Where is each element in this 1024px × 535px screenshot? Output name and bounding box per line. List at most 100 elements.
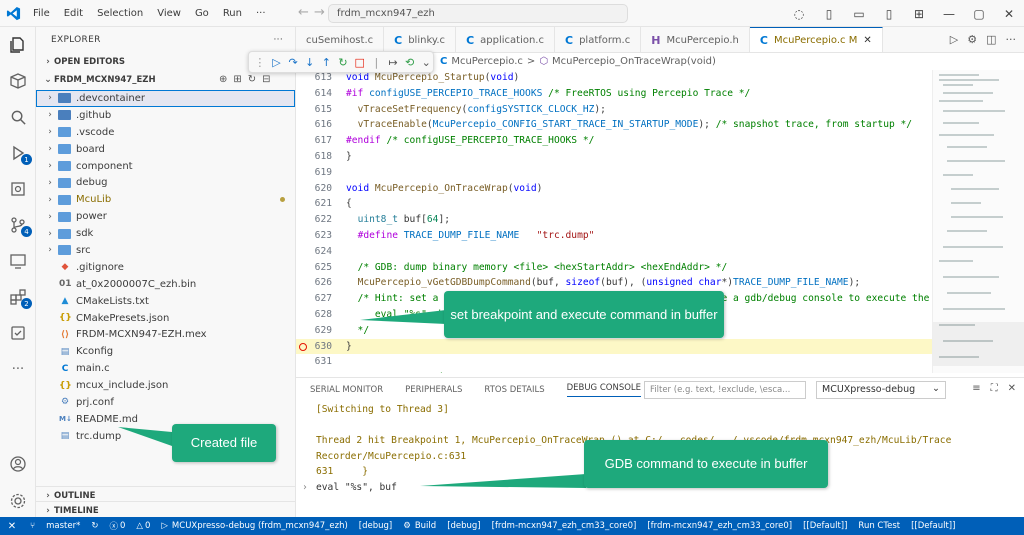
status-run-ctest[interactable]: Run CTest	[858, 521, 900, 531]
layout-panel-icon[interactable]: ▭	[844, 7, 874, 21]
source-control-icon[interactable]: 4	[6, 213, 32, 237]
remote-icon[interactable]: ✕	[0, 517, 24, 535]
menu-view[interactable]: View	[150, 8, 188, 19]
breakpoint-icon[interactable]	[299, 342, 307, 351]
tab-rtos-details[interactable]: RTOS DETAILS	[484, 385, 544, 395]
layout-secondary-icon[interactable]: ▯	[874, 7, 904, 21]
status-branch[interactable]: master*	[46, 521, 80, 531]
tree-file-cmakepresets[interactable]: {} CMakePresets.json	[36, 310, 295, 327]
back-arrow-icon[interactable]: ←	[298, 5, 309, 20]
tree-folder-mculib[interactable]: › McuLib	[36, 191, 295, 208]
tree-folder-src[interactable]: › src	[36, 242, 295, 259]
search-icon[interactable]	[6, 105, 30, 129]
menu-more[interactable]: ···	[249, 8, 273, 19]
split-editor-icon[interactable]: ◫	[986, 33, 996, 46]
debug-config-select[interactable]: MCUXpresso-debug ⌄	[816, 381, 946, 399]
tree-folder-component[interactable]: › component	[36, 158, 295, 175]
tree-file-bin[interactable]: 01 at_0x2000007C_ezh.bin	[36, 276, 295, 293]
close-panel-icon[interactable]: ✕	[1008, 383, 1016, 394]
status-build[interactable]: Build	[415, 521, 436, 531]
status-item[interactable]: [[Default]]	[803, 521, 847, 531]
status-debug-config[interactable]: MCUXpresso-debug (frdm_mcxn947_ezh)	[172, 521, 348, 531]
minimize-icon[interactable]: —	[934, 7, 964, 21]
customize-layout-icon[interactable]: ⊞	[904, 7, 934, 21]
close-tab-icon[interactable]: ✕	[863, 35, 871, 46]
step-out-icon[interactable]: ↑	[320, 56, 334, 69]
clear-console-icon[interactable]: ≡	[972, 383, 980, 394]
menu-file[interactable]: File	[26, 8, 57, 19]
more-icon[interactable]: ···	[6, 357, 30, 381]
tree-folder-devcontainer[interactable]: › .devcontainer	[36, 90, 295, 107]
restart-icon[interactable]: ↻	[336, 56, 350, 69]
reset-device-icon[interactable]: ⟲	[403, 56, 417, 69]
mcux-icon[interactable]	[6, 177, 30, 201]
menu-go[interactable]: Go	[188, 8, 216, 19]
stop-icon[interactable]: □	[353, 56, 367, 69]
remote-explorer-icon[interactable]	[6, 249, 30, 273]
step-into-icon[interactable]: ↓	[303, 56, 317, 69]
breadcrumb-file[interactable]: McuPercepio.c	[451, 56, 523, 67]
tab-cusemihost[interactable]: cuSemihost.c	[296, 27, 385, 52]
status-item[interactable]: [debug]	[447, 521, 480, 531]
sync-icon[interactable]: ↻	[91, 521, 98, 531]
layout-sidebar-icon[interactable]: ▯	[814, 7, 844, 21]
project-section[interactable]: ⌄ FRDM_MCXN947_EZH ⊕⊞↻⊟	[36, 71, 295, 89]
forward-arrow-icon[interactable]: →	[314, 5, 325, 20]
tab-blinky[interactable]: Cblinky.c	[384, 27, 457, 52]
tab-serial-monitor[interactable]: SERIAL MONITOR	[310, 385, 383, 395]
tree-folder-vscode[interactable]: › .vscode	[36, 124, 295, 141]
tree-file-gitignore[interactable]: ◆ .gitignore	[36, 259, 295, 276]
status-warnings[interactable]: 0	[145, 521, 150, 531]
tree-file-mcuxinclude[interactable]: {} mcux_include.json	[36, 377, 295, 394]
tree-file-cmakelists[interactable]: ▲ CMakeLists.txt	[36, 293, 295, 310]
console-filter-input[interactable]: Filter (e.g. text, !exclude, \esca...	[644, 381, 806, 399]
tree-folder-github[interactable]: › .github	[36, 107, 295, 124]
status-item[interactable]: [debug]	[359, 521, 392, 531]
status-item[interactable]: [frdm-mcxn947_ezh_cm33_core0]	[647, 521, 792, 531]
tab-debug-console[interactable]: DEBUG CONSOLE	[566, 383, 642, 397]
explorer-icon[interactable]	[6, 33, 30, 57]
menu-selection[interactable]: Selection	[90, 8, 150, 19]
run-icon[interactable]: ▷	[950, 33, 958, 46]
status-item[interactable]: [frdm-mcxn947_ezh_cm33_core0]	[492, 521, 637, 531]
tree-folder-power[interactable]: › power	[36, 208, 295, 225]
continue-icon[interactable]: ▷	[270, 56, 284, 69]
status-item[interactable]: [[Default]]	[911, 521, 955, 531]
extensions-icon[interactable]: 2	[6, 285, 32, 309]
tab-application[interactable]: Capplication.c	[456, 27, 555, 52]
settings-gear-icon[interactable]: ⚙	[967, 33, 977, 46]
maximize-icon[interactable]: ▢	[964, 7, 994, 21]
minimap[interactable]	[932, 70, 1024, 373]
tree-folder-sdk[interactable]: › sdk	[36, 225, 295, 242]
tab-platform[interactable]: Cplatform.c	[555, 27, 642, 52]
run-debug-icon[interactable]: 1	[6, 141, 32, 165]
minimap-slider[interactable]	[933, 322, 1024, 366]
tree-folder-board[interactable]: › board	[36, 141, 295, 158]
menu-run[interactable]: Run	[216, 8, 249, 19]
more-actions-icon[interactable]: ···	[1006, 33, 1017, 46]
tree-file-mex[interactable]: ⟨⟩ FRDM-MCXN947-EZH.mex	[36, 326, 295, 343]
explorer-more-actions[interactable]: ···	[274, 27, 283, 53]
drag-handle-icon[interactable]: ⋮	[253, 56, 267, 69]
package-icon[interactable]	[6, 69, 30, 93]
search-input[interactable]: frdm_mcxn947_ezh	[328, 4, 628, 23]
maximize-panel-icon[interactable]: ⛶	[991, 383, 998, 394]
close-icon[interactable]: ✕	[994, 7, 1024, 21]
tree-file-prjconf[interactable]: ⚙ prj.conf	[36, 394, 295, 411]
step-over-icon[interactable]: ↷	[286, 56, 300, 69]
chevron-down-icon[interactable]: ⌄	[419, 56, 433, 69]
tab-mcupercepio-h[interactable]: H McuPercepio.h	[641, 27, 750, 52]
explorer-toolbar-icons[interactable]: ⊕⊞↻⊟	[219, 71, 277, 89]
copilot-icon[interactable]: ◌	[784, 7, 814, 21]
menu-edit[interactable]: Edit	[57, 8, 90, 19]
settings-gear-icon[interactable]	[6, 489, 30, 513]
testing-icon[interactable]	[6, 321, 30, 345]
breadcrumb-symbol[interactable]: McuPercepio_OnTraceWrap(void)	[552, 56, 716, 67]
tree-file-kconfig[interactable]: ▤ Kconfig	[36, 343, 295, 360]
tab-peripherals[interactable]: PERIPHERALS	[405, 385, 462, 395]
tree-folder-debug[interactable]: › debug	[36, 174, 295, 191]
tree-file-mainc[interactable]: Cmain.c	[36, 360, 295, 377]
jump-icon[interactable]: ↦	[386, 56, 400, 69]
tab-mcupercepio-c[interactable]: C McuPercepio.c M ✕	[749, 27, 883, 52]
status-errors[interactable]: 0	[120, 521, 125, 531]
